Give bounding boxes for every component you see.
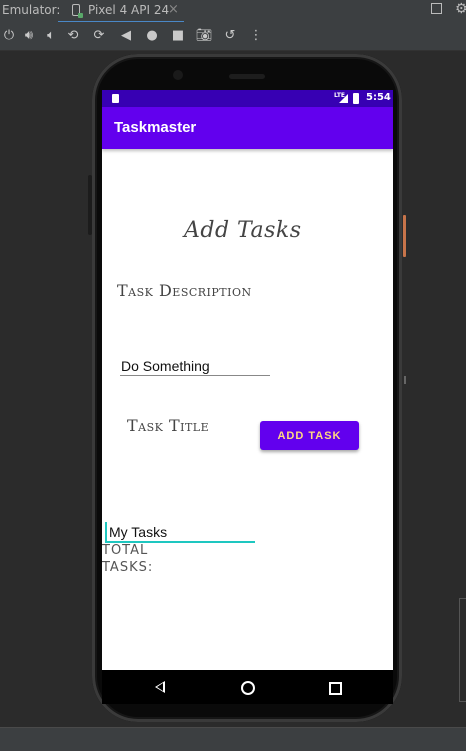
earpiece-speaker — [229, 74, 265, 79]
nav-back-icon-inner — [157, 683, 163, 691]
emulator-tab-bar: Emulator: Pixel 4 API 24 × ⚙ — [0, 0, 466, 23]
volume-down-icon[interactable]: 🔈︎ — [42, 26, 60, 44]
task-title-label: Task Title — [127, 416, 210, 435]
status-time: 5:54 — [366, 92, 391, 103]
camera-icon[interactable]: 📷︎ — [195, 26, 213, 44]
task-description-label: Task Description — [117, 281, 252, 300]
front-camera — [173, 70, 183, 80]
sd-card-icon — [112, 94, 119, 103]
scroll-tick — [404, 376, 406, 384]
add-task-button[interactable]: ADD TASK — [260, 421, 359, 450]
page-heading: Add Tasks — [184, 218, 302, 243]
reset-icon[interactable]: ↺ — [221, 26, 239, 44]
battery-icon — [353, 93, 359, 104]
device-tab-label: Pixel 4 API 24 — [88, 3, 170, 17]
volume-up-icon[interactable]: 🔊︎ — [20, 26, 38, 44]
device-tab[interactable]: Pixel 4 API 24 × — [58, 0, 184, 23]
volume-rocker — [88, 175, 92, 235]
home-icon[interactable]: ● — [143, 26, 161, 44]
settings-gear-icon[interactable]: ⚙ — [455, 1, 466, 17]
bottom-status-strip — [0, 727, 466, 751]
back-icon[interactable]: ◀ — [117, 26, 135, 44]
my-tasks-input[interactable] — [105, 522, 255, 543]
signal-icon — [339, 94, 348, 103]
status-bar: LTE 5:54 — [102, 90, 393, 107]
navigation-bar — [102, 670, 393, 704]
total-tasks-label: TOTAL TASKS: — [102, 543, 154, 575]
rotate-right-icon[interactable]: ⟳ — [90, 26, 108, 44]
restore-window-icon[interactable] — [431, 3, 442, 14]
side-panel-edge — [459, 598, 466, 702]
device-screen: LTE 5:54 Taskmaster Add Tasks Task Descr… — [102, 90, 393, 704]
nav-home-icon[interactable] — [241, 681, 255, 695]
app-title: Taskmaster — [114, 119, 197, 136]
rotate-left-icon[interactable]: ⟲ — [64, 26, 82, 44]
power-icon[interactable]: ⏻ — [0, 26, 18, 44]
nav-recents-icon[interactable] — [329, 682, 342, 695]
app-bar: Taskmaster — [102, 107, 393, 149]
overview-icon[interactable]: ■ — [169, 26, 187, 44]
emulator-label: Emulator: — [2, 3, 61, 17]
close-tab-icon[interactable]: × — [168, 2, 179, 17]
more-icon[interactable]: ⋮ — [247, 26, 265, 44]
task-description-input[interactable] — [120, 356, 270, 376]
scroll-marker — [403, 215, 406, 257]
emulator-toolbar: ⏻ 🔊︎ 🔈︎ ⟲ ⟳ ◀ ● ■ 📷︎ ↺ ⋮ — [0, 22, 466, 51]
running-indicator-icon — [78, 13, 83, 18]
